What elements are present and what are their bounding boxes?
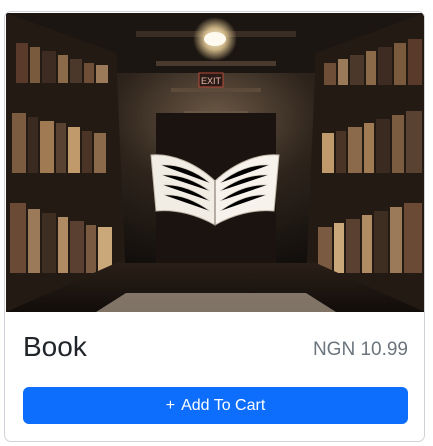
product-card: EXIT Book NGN 10.99 + Add To Cart xyxy=(4,11,425,442)
product-price: NGN 10.99 xyxy=(312,339,408,360)
svg-text:EXIT: EXIT xyxy=(201,76,222,86)
add-to-cart-label: Add To Cart xyxy=(181,396,266,414)
card-body: Book NGN 10.99 + Add To Cart xyxy=(5,312,424,441)
product-title: Book xyxy=(23,331,87,362)
plus-icon: + xyxy=(165,396,176,414)
add-to-cart-button[interactable]: + Add To Cart xyxy=(23,387,408,424)
product-image: EXIT xyxy=(6,13,424,312)
